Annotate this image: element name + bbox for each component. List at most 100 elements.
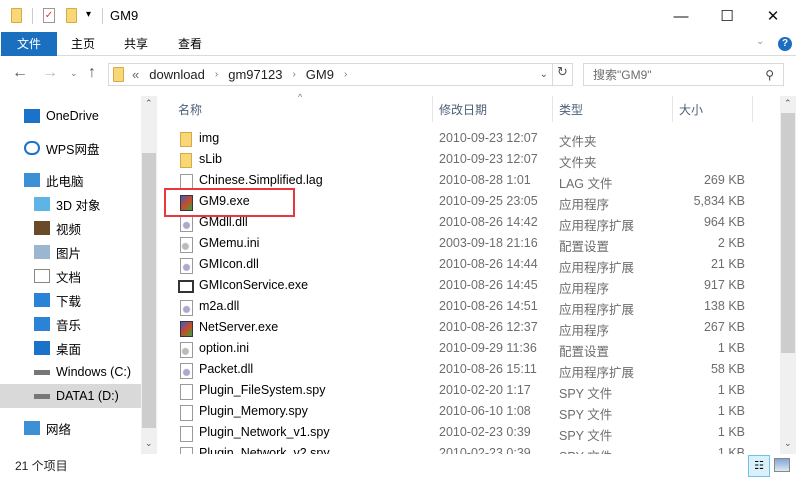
file-date: 2010-06-10 1:08 bbox=[439, 404, 531, 418]
title-bar: ✓ ▾ GM9 — ☐ ✕ bbox=[0, 0, 796, 32]
file-list-scrollbar[interactable]: ⌃ ⌄ bbox=[780, 96, 796, 454]
file-type: SPY 文件 bbox=[559, 387, 613, 401]
tab-share[interactable]: 共享 bbox=[114, 32, 158, 56]
sort-ascending-icon: ^ bbox=[298, 92, 303, 102]
file-size: 58 KB bbox=[710, 362, 745, 376]
details-view-button[interactable]: ☷ bbox=[748, 455, 770, 477]
file-row[interactable]: Packet.dll 2010-08-26 15:11 应用程序扩展 58 KB bbox=[165, 360, 765, 381]
file-date: 2010-02-23 0:39 bbox=[439, 446, 531, 454]
application-icon bbox=[178, 280, 194, 293]
forward-button[interactable]: → bbox=[42, 64, 58, 82]
column-header-size[interactable]: 大小 bbox=[679, 101, 703, 118]
breadcrumb-gm97123[interactable]: gm97123 bbox=[228, 67, 282, 82]
config-file-icon bbox=[180, 342, 193, 358]
large-icons-view-button[interactable] bbox=[774, 458, 790, 472]
application-icon bbox=[180, 321, 193, 337]
file-row[interactable]: GMemu.ini 2003-09-18 21:16 配置设置 2 KB bbox=[165, 234, 765, 255]
search-input[interactable]: 搜索"GM9" ⚲ bbox=[583, 63, 784, 86]
minimize-button[interactable]: — bbox=[658, 0, 704, 32]
file-row[interactable]: NetServer.exe 2010-08-26 12:37 应用程序 267 KB bbox=[165, 318, 765, 339]
cloud-icon bbox=[24, 109, 40, 123]
help-icon[interactable]: ? bbox=[778, 37, 792, 51]
file-type: 应用程序 bbox=[559, 198, 610, 212]
file-size: 269 KB bbox=[703, 173, 745, 187]
refresh-icon[interactable]: ↻ bbox=[552, 64, 572, 85]
column-header-name[interactable]: 名称 bbox=[178, 101, 202, 118]
column-header-date[interactable]: 修改日期 bbox=[439, 101, 487, 118]
address-bar[interactable]: « download › gm97123 › GM9 › ⌄ ↻ bbox=[108, 63, 573, 86]
file-date: 2010-02-23 0:39 bbox=[439, 425, 531, 439]
overflow-chevron[interactable]: « bbox=[132, 67, 139, 82]
up-button[interactable]: ↑ bbox=[88, 64, 96, 82]
file-row[interactable]: m2a.dll 2010-08-26 14:51 应用程序扩展 138 KB bbox=[165, 297, 765, 318]
file-size: 2 KB bbox=[717, 236, 745, 250]
file-name: m2a.dll bbox=[199, 299, 240, 313]
file-row[interactable]: Plugin_Network_v1.spy 2010-02-23 0:39 SPY … bbox=[165, 423, 765, 444]
file-list-scroll-thumb[interactable] bbox=[781, 113, 795, 353]
file-row[interactable]: GMIconService.exe 2010-08-26 14:45 应用程序 917… bbox=[165, 276, 765, 297]
sidebar-item[interactable]: OneDrive bbox=[0, 104, 141, 128]
file-name: option.ini bbox=[199, 341, 250, 355]
file-row[interactable]: Plugin_FileSystem.spy 2010-02-20 1:17 SPY … bbox=[165, 381, 765, 402]
file-name: Chinese.Simplified.lag bbox=[199, 173, 323, 187]
back-button[interactable]: ← bbox=[12, 64, 28, 82]
file-icon bbox=[180, 426, 193, 442]
folder-icon bbox=[113, 67, 124, 82]
file-type: 文件夹 bbox=[559, 135, 597, 149]
file-row[interactable]: Plugin_Memory.spy 2010-06-10 1:08 SPY 文件 1 … bbox=[165, 402, 765, 423]
recent-locations-icon[interactable]: ⌄ bbox=[70, 68, 78, 79]
file-date: 2010-08-26 14:45 bbox=[439, 278, 538, 292]
file-name: Plugin_Network_v2.spy bbox=[199, 446, 330, 454]
file-icon bbox=[180, 405, 193, 421]
window-title: GM9 bbox=[110, 8, 139, 23]
file-type: 应用程序扩展 bbox=[559, 366, 635, 380]
folder-icon bbox=[11, 8, 22, 23]
divider bbox=[102, 8, 103, 24]
sidebar-item-label: OneDrive bbox=[46, 109, 99, 123]
file-row[interactable]: sLib 2010-09-23 12:07 文件夹 bbox=[165, 150, 765, 171]
file-size: 1 KB bbox=[717, 341, 745, 355]
file-name: Plugin_Network_v1.spy bbox=[199, 425, 330, 439]
properties-icon[interactable]: ✓ bbox=[43, 8, 55, 23]
dll-file-icon bbox=[180, 216, 193, 232]
file-date: 2010-02-20 1:17 bbox=[439, 383, 531, 397]
divider bbox=[32, 8, 33, 24]
file-row[interactable]: img 2010-09-23 12:07 文件夹 bbox=[165, 129, 765, 150]
file-row[interactable]: GMIcon.dll 2010-08-26 14:44 应用程序扩展 21 KB bbox=[165, 255, 765, 276]
tab-view[interactable]: 查看 bbox=[168, 32, 212, 56]
file-size: 138 KB bbox=[703, 299, 745, 313]
new-folder-icon[interactable] bbox=[66, 8, 77, 23]
maximize-button[interactable]: ☐ bbox=[704, 0, 750, 32]
address-dropdown-icon[interactable]: ⌄ bbox=[540, 69, 548, 80]
file-name: Plugin_Memory.spy bbox=[199, 404, 308, 418]
file-size: 917 KB bbox=[703, 278, 745, 292]
file-type: 应用程序扩展 bbox=[559, 219, 635, 233]
file-name: Packet.dll bbox=[199, 362, 254, 376]
file-type: SPY 文件 bbox=[559, 408, 613, 422]
file-size: 21 KB bbox=[710, 257, 745, 271]
file-date: 2010-08-26 12:37 bbox=[439, 320, 538, 334]
file-name: GMdll.dll bbox=[199, 215, 248, 229]
breadcrumb-gm9[interactable]: GM9 bbox=[306, 67, 334, 82]
tab-file[interactable]: 文件 bbox=[1, 32, 57, 56]
expand-ribbon-icon[interactable]: ⌄ bbox=[756, 36, 764, 47]
close-button[interactable]: ✕ bbox=[750, 0, 796, 32]
file-row[interactable]: option.ini 2010-09-29 11:36 配置设置 1 KB bbox=[165, 339, 765, 360]
folder-icon bbox=[180, 132, 192, 147]
file-type: 配置设置 bbox=[559, 345, 610, 359]
file-date: 2010-09-29 11:36 bbox=[439, 341, 537, 355]
quick-access-dropdown-icon[interactable]: ▾ bbox=[86, 9, 91, 20]
file-name: GMIconService.exe bbox=[199, 278, 309, 292]
file-name: GMIcon.dll bbox=[199, 257, 259, 271]
tab-home[interactable]: 主页 bbox=[62, 32, 104, 56]
file-size: 267 KB bbox=[703, 320, 745, 334]
file-icon bbox=[180, 384, 193, 400]
breadcrumb-download[interactable]: download bbox=[149, 67, 205, 82]
file-date: 2010-08-26 14:42 bbox=[439, 215, 538, 229]
file-type: SPY 文件 bbox=[559, 429, 613, 443]
file-row[interactable]: Plugin_Network_v2.spy 2010-02-23 0:39 SPY … bbox=[165, 444, 765, 454]
dll-file-icon bbox=[180, 300, 193, 316]
file-date: 2010-08-28 1:01 bbox=[439, 173, 531, 187]
item-count: 21 个项目 bbox=[15, 459, 68, 473]
column-header-type[interactable]: 类型 bbox=[559, 101, 583, 118]
